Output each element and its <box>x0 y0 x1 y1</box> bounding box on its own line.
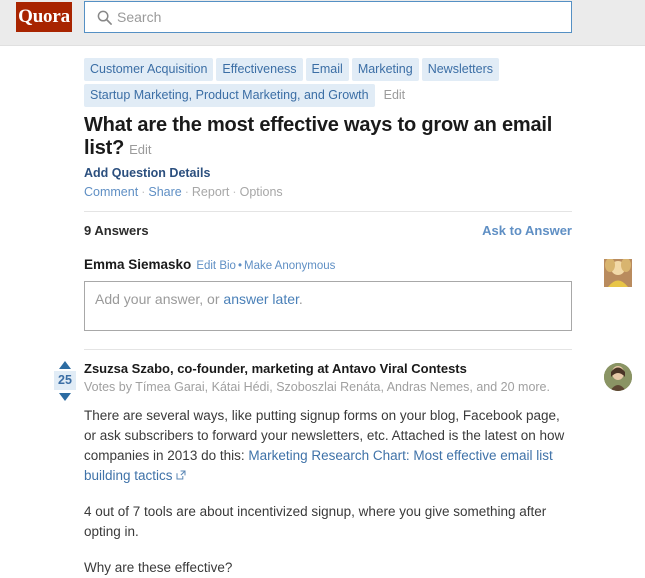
section-divider <box>84 211 572 212</box>
upvote-arrow-icon[interactable] <box>59 361 71 369</box>
question-actions: Comment · Share · Report · Options <box>84 185 572 199</box>
answer-body: There are several ways, like putting sig… <box>84 406 572 578</box>
topic-tag[interactable]: Newsletters <box>421 58 499 81</box>
answers-header: 9 Answers Ask to Answer <box>84 223 572 238</box>
vote-widget: 25 <box>54 361 76 401</box>
section-divider <box>84 349 572 350</box>
topic-tag[interactable]: Marketing <box>351 58 419 81</box>
topic-tag[interactable]: Email <box>305 58 349 81</box>
downvote-arrow-icon[interactable] <box>59 393 71 401</box>
page-content: Customer Acquisition Effectiveness Email Ma… <box>0 46 645 578</box>
answer-later-link[interactable]: answer later <box>223 291 298 307</box>
topic-tags-row-2: Startup Marketing, Product Marketing, an… <box>84 84 572 107</box>
topic-tag[interactable]: Customer Acquisition <box>84 58 214 81</box>
site-header: Quora <box>0 0 645 46</box>
page-title: What are the most effective ways to grow… <box>84 114 553 159</box>
bullet-separator: • <box>237 260 242 272</box>
voters-list: Votes by Tímea Garai, Kátai Hédi, Szobos… <box>84 380 550 394</box>
answer-composer: Emma Siemasko Edit Bio • Make Anonymous Add… <box>84 257 632 331</box>
answer-paragraph-1: There are several ways, like putting sig… <box>84 406 572 486</box>
answer-input[interactable]: Add your answer, or answer later. <box>84 281 572 331</box>
vote-count[interactable]: 25 <box>54 371 76 390</box>
edit-question-link[interactable]: Edit <box>129 142 151 157</box>
search-icon <box>91 10 117 25</box>
answer-author-byline: Zsuzsa Szabo, co-founder, marketing at A… <box>84 361 572 377</box>
topic-tag[interactable]: Startup Marketing, Product Marketing, an… <box>84 84 375 107</box>
action-separator: · <box>232 185 237 199</box>
question-title-row: What are the most effective ways to grow… <box>84 114 572 160</box>
action-separator: · <box>141 185 146 199</box>
add-question-details-link[interactable]: Add Question Details <box>84 166 572 180</box>
make-anonymous-link[interactable]: Make Anonymous <box>244 260 335 272</box>
composer-links: Edit Bio • Make Anonymous <box>196 260 335 272</box>
composer-user-name[interactable]: Emma Siemasko <box>84 257 191 272</box>
ask-to-answer-button[interactable]: Ask to Answer <box>482 223 572 238</box>
composer-placeholder-prefix: Add your answer, or <box>95 291 224 307</box>
answer-author-name[interactable]: Zsuzsa Szabo, co-founder, marketing at A… <box>84 361 467 376</box>
options-link[interactable]: Options <box>240 185 283 199</box>
action-separator: · <box>184 185 189 199</box>
composer-header: Emma Siemasko Edit Bio • Make Anonymous <box>84 257 572 274</box>
share-link[interactable]: Share <box>148 185 181 199</box>
comment-link[interactable]: Comment <box>84 185 138 199</box>
avatar[interactable] <box>604 363 632 391</box>
search-input[interactable] <box>117 3 571 31</box>
topic-tag[interactable]: Effectiveness <box>216 58 303 81</box>
answer-paragraph-3: Why are these effective? <box>84 560 233 575</box>
topic-tags-row-1: Customer Acquisition Effectiveness Email Ma… <box>84 58 572 81</box>
edit-bio-link[interactable]: Edit Bio <box>196 260 236 272</box>
edit-topics-link[interactable]: Edit <box>384 88 406 102</box>
answer-item: 25 Zsuzsa Szabo, co-founder, marketing a… <box>54 361 632 578</box>
answer-count-label: 9 Answers <box>84 223 149 238</box>
composer-placeholder-suffix: . <box>298 291 303 307</box>
external-link-icon <box>176 466 186 486</box>
quora-logo[interactable]: Quora <box>16 2 72 32</box>
avatar[interactable] <box>604 259 632 287</box>
search-bar[interactable] <box>84 1 572 33</box>
answer-paragraph-2: 4 out of 7 tools are about incentivized … <box>84 504 547 539</box>
report-link[interactable]: Report <box>192 185 230 199</box>
